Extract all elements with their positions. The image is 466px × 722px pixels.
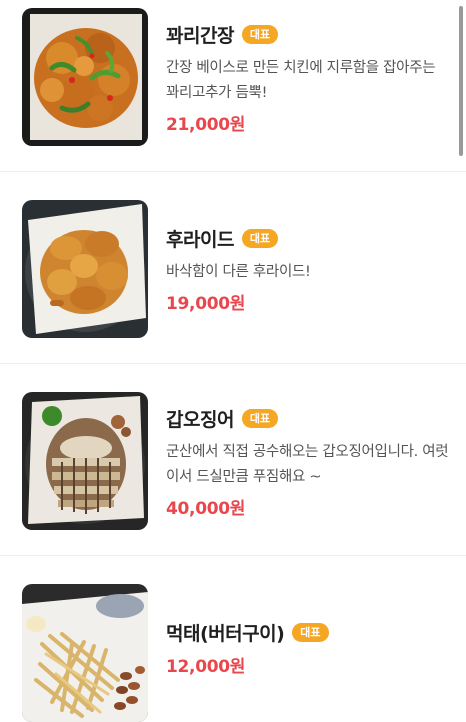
menu-item-image[interactable] <box>22 8 148 146</box>
signature-badge: 대표 <box>241 408 279 428</box>
menu-item-info: 꽈리간장 대표 간장 베이스로 만든 치킨에 지루함을 잡아주는 꽈리고추가 듬… <box>166 20 452 135</box>
menu-item-name: 갑오징어 <box>166 408 234 431</box>
menu-item-price: 21,000원 <box>166 115 246 135</box>
dried-cuttlefish-photo-icon <box>22 392 148 530</box>
menu-item[interactable]: 후라이드 대표 바삭함이 다른 후라이드! 19,000원 <box>0 172 466 364</box>
menu-item-description: 군산에서 직접 공수해오는 갑오징어입니다. 여럿이서 드실만큼 푸짐해요 ~ <box>166 444 449 485</box>
menu-item-description: 바삭함이 다른 후라이드! <box>166 264 311 280</box>
menu-item-image[interactable] <box>22 200 148 338</box>
menu-item-name: 꽈리간장 <box>166 24 234 47</box>
soy-garlic-chicken-photo-icon <box>22 8 148 146</box>
signature-badge: 대표 <box>292 622 329 642</box>
menu-item-info: 후라이드 대표 바삭함이 다른 후라이드! 19,000원 <box>166 224 452 314</box>
menu-item-name: 후라이드 <box>166 228 234 251</box>
menu-item-image[interactable] <box>22 392 148 530</box>
menu-item-description: 간장 베이스로 만든 치킨에 지루함을 잡아주는 꽈리고추가 듬뿍! <box>166 60 436 101</box>
menu-item-name: 먹태(버터구이) <box>166 622 285 645</box>
menu-item-info: 먹태(버터구이) 대표 12,000원 <box>166 618 452 677</box>
buttered-dried-pollack-photo-icon <box>22 584 148 722</box>
fried-chicken-photo-icon <box>22 200 148 338</box>
menu-item-price: 12,000원 <box>166 657 246 677</box>
signature-badge: 대표 <box>241 228 279 248</box>
signature-badge: 대표 <box>241 24 279 44</box>
menu-item-info: 갑오징어 대표 군산에서 직접 공수해오는 갑오징어입니다. 여럿이서 드실만큼… <box>166 404 452 519</box>
menu-item[interactable]: 꽈리간장 대표 간장 베이스로 만든 치킨에 지루함을 잡아주는 꽈리고추가 듬… <box>0 0 466 172</box>
menu-item[interactable]: 갑오징어 대표 군산에서 직접 공수해오는 갑오징어입니다. 여럿이서 드실만큼… <box>0 364 466 556</box>
menu-list: 꽈리간장 대표 간장 베이스로 만든 치킨에 지루함을 잡아주는 꽈리고추가 듬… <box>0 0 466 722</box>
scrollbar[interactable] <box>459 6 463 156</box>
menu-item-image[interactable] <box>22 584 148 722</box>
menu-item-price: 40,000원 <box>166 499 246 519</box>
menu-item[interactable]: 먹태(버터구이) 대표 12,000원 <box>0 556 466 722</box>
menu-item-price: 19,000원 <box>166 294 246 314</box>
